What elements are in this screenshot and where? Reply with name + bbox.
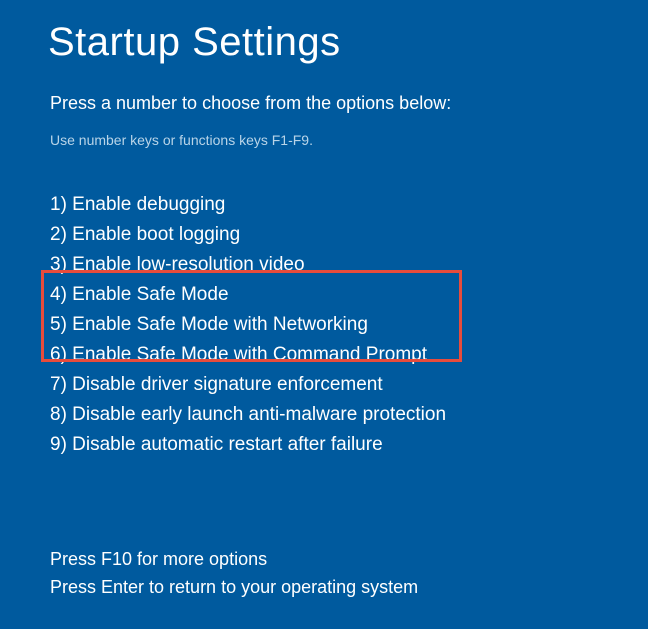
footer-return: Press Enter to return to your operating … xyxy=(50,573,418,601)
hint-text: Use number keys or functions keys F1-F9. xyxy=(48,132,600,148)
option-1-debugging[interactable]: 1) Enable debugging xyxy=(50,190,600,220)
option-5-safe-mode-networking[interactable]: 5) Enable Safe Mode with Networking xyxy=(50,310,600,340)
footer-more-options: Press F10 for more options xyxy=(50,545,418,573)
options-list: 1) Enable debugging 2) Enable boot loggi… xyxy=(48,190,600,460)
instruction-text: Press a number to choose from the option… xyxy=(48,93,600,114)
option-8-anti-malware[interactable]: 8) Disable early launch anti-malware pro… xyxy=(50,400,600,430)
footer-instructions: Press F10 for more options Press Enter t… xyxy=(50,545,418,601)
option-4-safe-mode[interactable]: 4) Enable Safe Mode xyxy=(50,280,600,310)
option-3-low-resolution[interactable]: 3) Enable low-resolution video xyxy=(50,250,600,280)
startup-settings-screen: Startup Settings Press a number to choos… xyxy=(0,0,648,460)
option-2-boot-logging[interactable]: 2) Enable boot logging xyxy=(50,220,600,250)
option-9-auto-restart[interactable]: 9) Disable automatic restart after failu… xyxy=(50,430,600,460)
option-7-driver-signature[interactable]: 7) Disable driver signature enforcement xyxy=(50,370,600,400)
page-title: Startup Settings xyxy=(48,20,600,65)
option-6-safe-mode-cmd[interactable]: 6) Enable Safe Mode with Command Prompt xyxy=(50,340,600,370)
